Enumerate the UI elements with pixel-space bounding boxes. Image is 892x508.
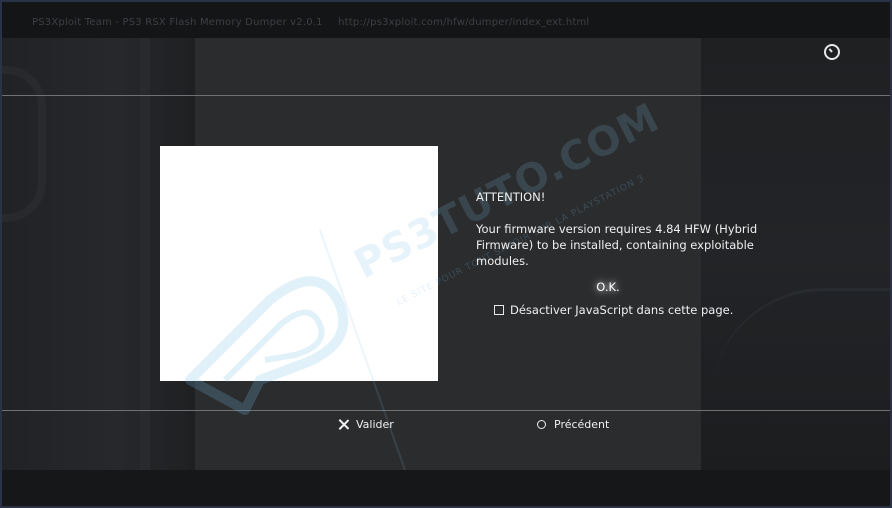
- browser-title-bar: PS3Xploit Team - PS3 RSX Flash Memory Du…: [0, 0, 892, 38]
- background-stripe: [140, 38, 150, 470]
- page-url: http://ps3xploit.com/hfw/dumper/index_ex…: [338, 17, 590, 28]
- clock-icon: [824, 44, 840, 60]
- background-shape: [711, 288, 892, 401]
- ok-button[interactable]: O.K.: [588, 278, 628, 296]
- confirm-label: Valider: [356, 417, 394, 431]
- cross-icon: [338, 419, 349, 430]
- blank-image-area: [160, 146, 438, 381]
- dialog-title: ATTENTION!: [476, 190, 546, 204]
- disable-javascript-label: Désactiver JavaScript dans cette page.: [510, 303, 734, 317]
- back-button[interactable]: Précédent: [537, 416, 609, 432]
- disable-javascript-checkbox[interactable]: [494, 305, 504, 315]
- divider-bottom: [0, 410, 892, 411]
- dialog-message: Your firmware version requires 4.84 HFW …: [476, 222, 758, 268]
- bottom-bar: [0, 470, 892, 508]
- circle-icon: [537, 419, 546, 429]
- disable-javascript-option[interactable]: Désactiver JavaScript dans cette page.: [494, 302, 733, 318]
- page-title: PS3Xploit Team - PS3 RSX Flash Memory Du…: [32, 17, 589, 28]
- background-curve: [0, 66, 46, 222]
- page-title-text: PS3Xploit Team - PS3 RSX Flash Memory Du…: [32, 17, 323, 28]
- confirm-button[interactable]: Valider: [338, 416, 394, 432]
- back-label: Précédent: [554, 417, 610, 431]
- divider-top: [0, 95, 892, 96]
